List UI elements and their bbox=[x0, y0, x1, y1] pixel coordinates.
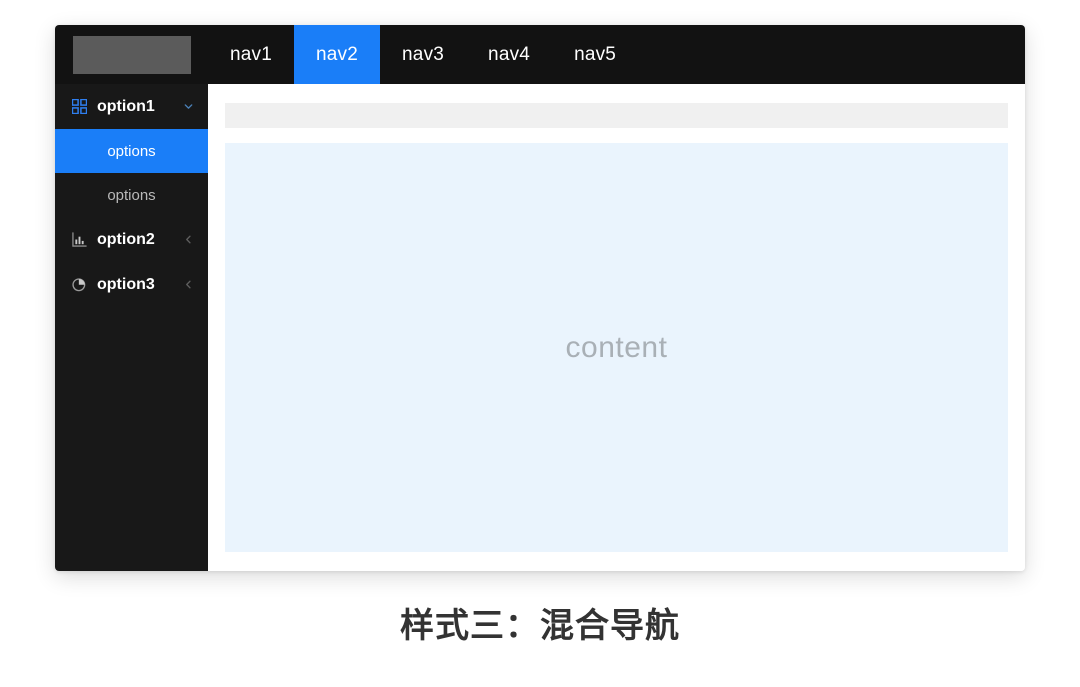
app-window: nav1 nav2 nav3 nav4 nav5 option1 options… bbox=[55, 25, 1025, 571]
chevron-down-icon[interactable] bbox=[182, 101, 194, 113]
top-nav-label: nav4 bbox=[488, 43, 531, 65]
grid-icon bbox=[71, 99, 87, 115]
sidebar-item-label: option3 bbox=[97, 275, 155, 293]
sidebar-subitem-label: options bbox=[107, 142, 156, 160]
top-nav-item-nav1[interactable]: nav1 bbox=[208, 25, 294, 84]
sidebar-subitem-options-1[interactable]: options bbox=[55, 129, 208, 173]
top-nav-items: nav1 nav2 nav3 nav4 nav5 bbox=[208, 25, 638, 84]
sidebar-item-option1[interactable]: option1 bbox=[55, 84, 208, 129]
top-navigation-bar: nav1 nav2 nav3 nav4 nav5 bbox=[55, 25, 1025, 84]
main-content-area: content bbox=[208, 84, 1025, 571]
logo-slot bbox=[55, 25, 208, 84]
logo-placeholder bbox=[72, 35, 191, 74]
figure-caption: 样式三：混合导航 bbox=[400, 607, 680, 645]
top-nav-item-nav3[interactable]: nav3 bbox=[380, 25, 466, 84]
bar-chart-icon bbox=[71, 232, 87, 248]
top-nav-label: nav2 bbox=[316, 43, 359, 65]
sidebar-item-label: option2 bbox=[97, 230, 155, 248]
page-stage: nav1 nav2 nav3 nav4 nav5 option1 options… bbox=[0, 0, 1080, 687]
top-nav-item-nav4[interactable]: nav4 bbox=[466, 25, 552, 84]
sidebar-subitem-label: options bbox=[107, 186, 156, 204]
top-nav-label: nav5 bbox=[574, 43, 617, 65]
chevron-left-icon[interactable] bbox=[182, 234, 194, 246]
top-nav-label: nav3 bbox=[402, 43, 445, 65]
sidebar-item-label: option1 bbox=[97, 97, 155, 115]
top-nav-item-nav2[interactable]: nav2 bbox=[294, 25, 381, 84]
top-nav-item-nav5[interactable]: nav5 bbox=[552, 25, 638, 84]
content-placeholder-label: content bbox=[565, 330, 668, 364]
chevron-left-icon[interactable] bbox=[182, 279, 194, 291]
content-placeholder-box: content bbox=[225, 143, 1008, 552]
sidebar: option1 options options option2 option3 bbox=[55, 84, 208, 571]
sidebar-item-option2[interactable]: option2 bbox=[55, 217, 208, 262]
sidebar-item-option3[interactable]: option3 bbox=[55, 262, 208, 307]
pie-chart-icon bbox=[71, 277, 87, 293]
sidebar-subitem-options-2[interactable]: options bbox=[55, 173, 208, 217]
breadcrumb bbox=[225, 103, 1008, 128]
top-nav-label: nav1 bbox=[230, 43, 273, 65]
